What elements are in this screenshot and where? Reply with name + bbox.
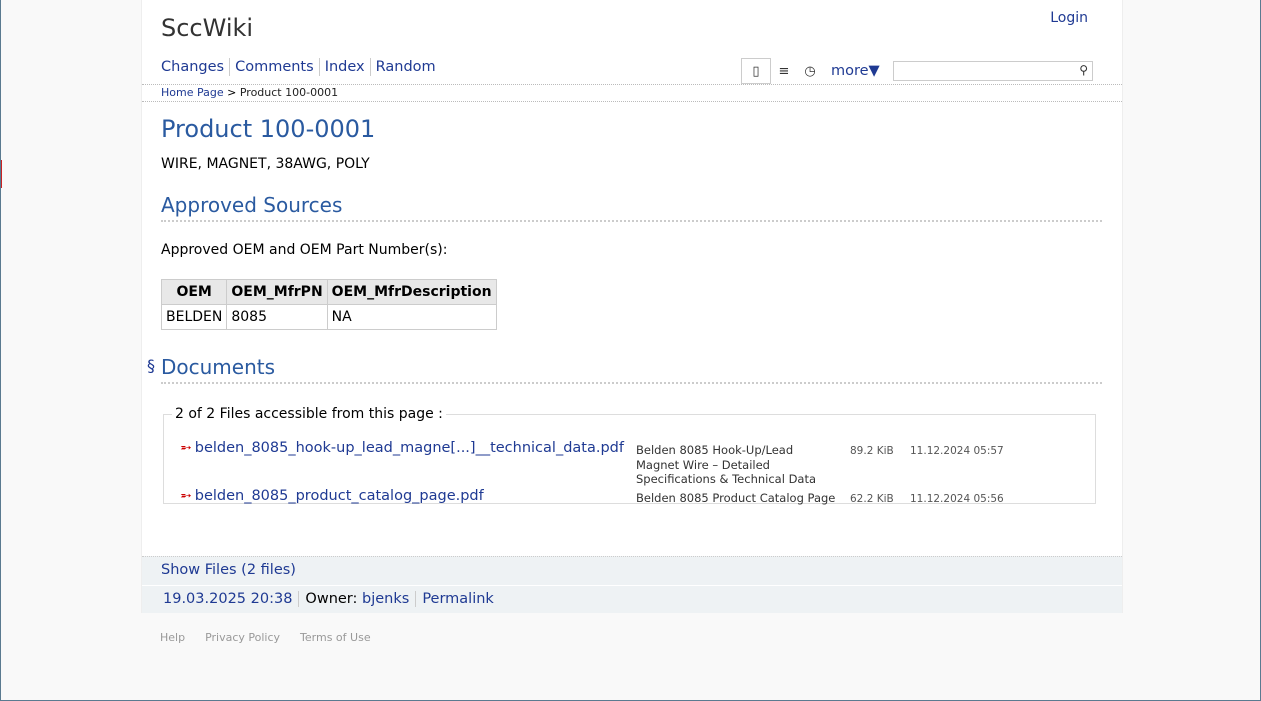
last-modified-link[interactable]: 19.03.2025 20:38	[142, 591, 298, 607]
owner-info: Owner: bjenks	[298, 591, 415, 607]
site-logo[interactable]: SccWiki	[161, 14, 253, 42]
owner-label: Owner:	[305, 591, 358, 607]
header: SccWiki Login Changes Comments Index Ran…	[142, 0, 1122, 84]
table-cell-mfrpn: 8085	[226, 304, 328, 330]
view-page-button[interactable]: ▯	[741, 58, 771, 84]
breadcrumb-current: Product 100-0001	[239, 86, 339, 99]
documents-heading: Documents	[161, 354, 1102, 384]
table-header-row: OEM OEM_MfrPN OEM_MfrDescription	[160, 279, 497, 305]
help-link[interactable]: Help	[160, 631, 185, 644]
terms-of-use-link[interactable]: Terms of Use	[300, 631, 371, 644]
page-icon: ▯	[752, 63, 760, 79]
more-menu[interactable]: more▼	[831, 63, 880, 79]
file-name: belden_8085_hook-up_lead_magne[...]__tec…	[194, 440, 624, 456]
file-date: 11.12.2024 05:56	[910, 493, 1004, 505]
breadcrumb: Home Page > Product 100-0001	[142, 84, 1122, 102]
file-size: 89.2 KiB	[850, 445, 894, 457]
section-anchor-link[interactable]: §	[147, 356, 155, 375]
file-link[interactable]: ➵ belden_8085_hook-up_lead_magne[...]__t…	[180, 440, 636, 487]
view-history-button[interactable]: ◷	[797, 59, 823, 83]
nav-changes[interactable]: Changes	[161, 58, 229, 76]
permalink-wrapper: Permalink	[415, 591, 500, 607]
page-meta: 19.03.2025 20:38 Owner: bjenks Permalink	[142, 585, 1122, 612]
page-footer: Show Files (2 files) 19.03.2025 20:38 Ow…	[142, 556, 1122, 613]
table-cell-oem: BELDEN	[160, 304, 228, 330]
show-files-link[interactable]: Show Files (2 files)	[161, 562, 296, 578]
table-cell-mfrdescription: NA	[326, 304, 497, 330]
table-header-mfrpn: OEM_MfrPN	[226, 279, 328, 305]
permalink-link[interactable]: Permalink	[422, 591, 494, 607]
pdf-icon: ➵	[180, 440, 192, 456]
lines-icon: ≡	[778, 63, 790, 79]
nav-index[interactable]: Index	[318, 58, 370, 76]
approved-oem-label: Approved OEM and OEM Part Number(s):	[161, 242, 448, 258]
nav-random[interactable]: Random	[369, 58, 441, 76]
file-description: Belden 8085 Hook-Up/Lead Magnet Wire – D…	[636, 443, 817, 486]
file-size: 62.2 KiB	[850, 493, 894, 505]
list-item: ➵ belden_8085_hook-up_lead_magne[...]__t…	[180, 440, 1020, 487]
file-link[interactable]: ➵ belden_8085_product_catalog_page.pdf	[180, 488, 636, 506]
file-description: Belden 8085 Product Catalog Page	[636, 491, 836, 505]
search-icon[interactable]: ⚲	[1079, 63, 1088, 77]
nav-comments[interactable]: Comments	[229, 58, 319, 76]
search-input[interactable]	[894, 66, 1072, 82]
clock-icon: ◷	[804, 63, 816, 79]
view-toolbar: ▯ ≡ ◷ more▼	[741, 58, 880, 84]
pdf-icon: ➵	[180, 488, 192, 504]
file-date: 11.12.2024 05:57	[910, 445, 1004, 457]
bottom-links: Help Privacy Policy Terms of Use	[160, 631, 371, 644]
page-container: SccWiki Login Changes Comments Index Ran…	[141, 0, 1123, 613]
search-box: ⚲	[893, 61, 1093, 82]
main-content: Product 100-0001 WIRE, MAGNET, 38AWG, PO…	[147, 114, 1102, 505]
page-title: Product 100-0001	[161, 115, 376, 143]
page-description: WIRE, MAGNET, 38AWG, POLY	[161, 156, 370, 172]
files-legend: 2 of 2 Files accessible from this page :	[175, 406, 443, 422]
view-source-button[interactable]: ≡	[771, 59, 797, 83]
file-name: belden_8085_product_catalog_page.pdf	[194, 488, 484, 504]
table-header-oem: OEM	[160, 279, 228, 305]
window-edge-marker	[0, 160, 2, 188]
breadcrumb-separator: >	[227, 86, 237, 99]
documents-section: § Documents	[147, 354, 1102, 384]
main-nav: Changes Comments Index Random	[161, 58, 441, 76]
table-header-mfrdescription: OEM_MfrDescription	[326, 279, 497, 305]
table-row: BELDEN 8085 NA	[160, 304, 497, 330]
oem-table: OEM OEM_MfrPN OEM_MfrDescription BELDEN …	[160, 279, 497, 330]
login-link[interactable]: Login	[1050, 10, 1088, 26]
approved-sources-heading: Approved Sources	[161, 192, 1102, 222]
owner-link[interactable]: bjenks	[362, 591, 409, 607]
list-item: ➵ belden_8085_product_catalog_page.pdf B…	[180, 488, 1020, 506]
privacy-policy-link[interactable]: Privacy Policy	[205, 631, 280, 644]
files-box: 2 of 2 Files accessible from this page :…	[163, 406, 1096, 506]
breadcrumb-home[interactable]: Home Page	[161, 86, 224, 99]
